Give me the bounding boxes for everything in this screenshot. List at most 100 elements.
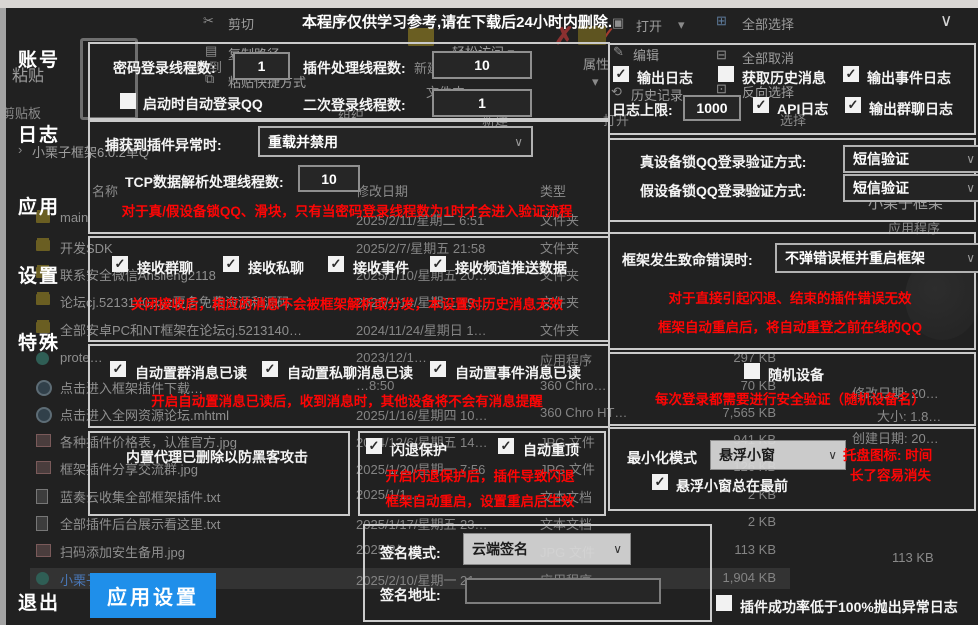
plugin-threads-input[interactable]: [432, 51, 532, 79]
app-icon: [36, 572, 49, 585]
receive-event-label: 接收事件: [353, 258, 409, 278]
bg-open: 打开: [636, 16, 662, 35]
sidebar-item-settings[interactable]: 设置: [18, 261, 60, 288]
receive-private-checkbox[interactable]: [223, 256, 239, 272]
autologin-checkbox[interactable]: [120, 93, 136, 109]
floatwin-topmost-label: 悬浮小窗总在最前: [676, 476, 788, 496]
password-threads-label: 密码登录线程数:: [113, 58, 216, 78]
group-autoread: [88, 344, 610, 428]
output-log-label: 输出日志: [637, 68, 693, 88]
signature-mode-dropdown[interactable]: 云端签名∨: [463, 533, 631, 565]
real-devicelock-dropdown[interactable]: 短信验证∨: [843, 145, 978, 173]
folder-icon: [36, 294, 50, 305]
crash-warning-2: 框架自动重启，设置重启后生效: [360, 490, 600, 510]
autoread-group-checkbox[interactable]: [110, 361, 126, 377]
signature-addr-label: 签名地址:: [380, 585, 441, 605]
fatal-error-dropdown[interactable]: 不弹错误框并重启框架∨: [775, 243, 978, 273]
bg-extra-size: 113 KB: [892, 550, 934, 565]
receive-private-label: 接收私聊: [248, 258, 304, 278]
image-icon: [36, 461, 51, 474]
chevron-down-icon: ∨: [828, 448, 837, 462]
crash-warning-1: 开启闪退保护后，插件导致闪退: [360, 465, 600, 485]
event-log-checkbox[interactable]: [843, 66, 859, 82]
auto-retop-label: 自动重顶: [523, 440, 579, 460]
group-chat-log-label: 输出群聊日志: [869, 99, 953, 119]
chevron-down-icon: ∨: [966, 152, 975, 166]
log-limit-label: 日志上限:: [612, 100, 673, 120]
image-icon: [36, 544, 51, 557]
window-top-edge: [0, 0, 978, 8]
receive-event-checkbox[interactable]: [328, 256, 344, 272]
auto-retop-checkbox[interactable]: [498, 438, 514, 454]
fatal-warning-2: 框架自动重启后，将自动重登之前在线的QQ: [610, 316, 970, 336]
history-msg-label: 获取历史消息: [742, 68, 826, 88]
apply-settings-button[interactable]: 应用设置: [90, 573, 216, 618]
tray-warning-2: 长了容易消失: [850, 464, 931, 484]
chevron-down-icon: ∨: [966, 181, 975, 195]
group-chat-log-checkbox[interactable]: [845, 97, 861, 113]
tcp-threads-input[interactable]: [298, 165, 360, 192]
proxy-removed-text: 内置代理已删除以防黑客攻击: [90, 447, 344, 467]
floatwin-topmost-checkbox[interactable]: [652, 474, 668, 490]
output-log-checkbox[interactable]: [613, 66, 629, 82]
log-limit-input[interactable]: [683, 95, 741, 121]
scissors-icon: ✂: [203, 13, 214, 29]
ribbon-collapse-chevron[interactable]: ∨: [940, 11, 952, 31]
bg-select-all: 全部选择: [742, 14, 794, 33]
exception-warning: 对于真/假设备锁QQ、滑块，只有当密码登录线程数为1时才会进入验证流程: [90, 200, 604, 220]
group-logs: [608, 43, 976, 135]
browser-icon: [36, 407, 52, 423]
fatal-warning-1: 对于直接引起闪退、结束的插件错误无效: [610, 287, 970, 307]
signature-addr-input[interactable]: [465, 578, 661, 604]
random-device-warning: 每次登录都需要进行安全验证（随机设备名）: [610, 388, 970, 408]
bg-cut: 剪切: [228, 14, 254, 33]
autoread-warning: 开启自动置消息已读后，收到消息时，其他设备将不会有消息提醒: [90, 390, 604, 410]
settings-window: 粘贴 剪贴板 ✂ 剪切 ▤ 复制路径 ⧉ 粘贴快捷方式 移动到 复制到 新建 文…: [0, 0, 978, 625]
chevron-down-icon: ∨: [514, 135, 523, 149]
autoread-group-label: 自动置群消息已读: [135, 363, 247, 383]
group-receive: [88, 236, 610, 342]
notice-banner: 本程序仅供学习参考,请在下载后24小时内删除.: [302, 11, 612, 32]
sidebar-item-exit[interactable]: 退出: [18, 588, 60, 615]
receive-channel-label: 接收频道推送数据: [455, 258, 567, 278]
autoread-private-checkbox[interactable]: [262, 361, 278, 377]
browser-icon: [36, 380, 52, 396]
sidebar-item-app[interactable]: 应用: [18, 192, 60, 219]
autoread-event-checkbox[interactable]: [430, 361, 446, 377]
minimize-mode-label: 最小化模式: [627, 448, 697, 468]
chevron-down-icon: ∨: [613, 542, 622, 556]
real-devicelock-label: 真设备锁QQ登录验证方式:: [640, 152, 806, 172]
autologin-label: 启动时自动登录QQ: [143, 94, 263, 114]
history-msg-checkbox[interactable]: [718, 66, 734, 82]
autoread-private-label: 自动置私聊消息已读: [287, 363, 413, 383]
select-all-icon: ⊞: [716, 13, 727, 29]
chevron-down-icon: ∨: [966, 251, 975, 265]
folder-icon: [36, 240, 50, 251]
random-device-checkbox[interactable]: [744, 363, 760, 379]
password-threads-input[interactable]: [233, 52, 290, 80]
plugin-rate-label: 插件成功率低于100%抛出异常日志: [740, 597, 958, 617]
minimize-mode-dropdown[interactable]: 悬浮小窗∨: [710, 440, 846, 470]
fake-devicelock-dropdown[interactable]: 短信验证∨: [843, 174, 978, 202]
sidebar-item-log[interactable]: 日志: [18, 120, 60, 147]
fake-devicelock-label: 假设备锁QQ登录验证方式:: [640, 181, 806, 201]
second-login-label: 二次登录线程数:: [303, 95, 406, 115]
window-left-edge: [0, 8, 6, 625]
plugin-rate-checkbox[interactable]: [716, 595, 732, 611]
plugin-exception-dropdown[interactable]: 重载并禁用∨: [258, 126, 533, 157]
event-log-label: 输出事件日志: [867, 68, 951, 88]
tcp-threads-label: TCP数据解析处理线程数:: [125, 172, 284, 192]
api-log-checkbox[interactable]: [753, 97, 769, 113]
sidebar-item-account[interactable]: 账号: [18, 45, 60, 72]
plugin-threads-label: 插件处理线程数:: [303, 58, 406, 78]
receive-group-checkbox[interactable]: [112, 256, 128, 272]
crash-protect-checkbox[interactable]: [366, 438, 382, 454]
second-login-input[interactable]: [432, 89, 532, 117]
receive-channel-checkbox[interactable]: [430, 256, 446, 272]
signature-mode-label: 签名模式:: [380, 543, 441, 563]
receive-group-label: 接收群聊: [137, 258, 193, 278]
autoread-event-label: 自动置事件消息已读: [455, 363, 581, 383]
tray-warning-1: 托盘图标: 时间: [843, 444, 932, 464]
sidebar-item-special[interactable]: 特殊: [18, 328, 60, 355]
receive-warning: 关闭接收后，相应的消息不会被框架解析或分发，本设置对历史消息无效: [90, 293, 604, 313]
